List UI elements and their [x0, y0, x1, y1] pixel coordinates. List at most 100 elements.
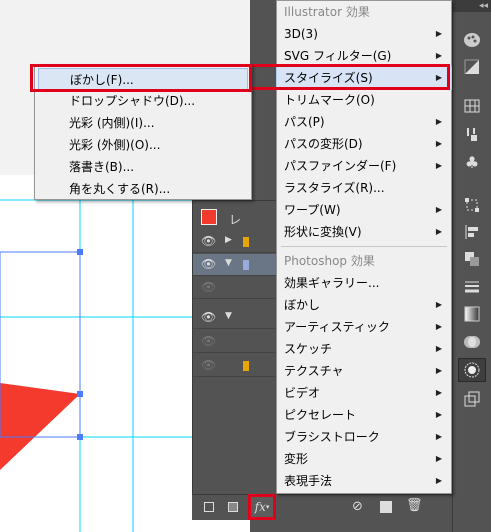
selection-handle[interactable] [77, 391, 83, 397]
brushes-icon[interactable] [458, 122, 486, 146]
submenu-arrow-icon: ▶ [435, 300, 442, 309]
menu-item-label: パスの変形(D) [284, 137, 363, 151]
fx-label: fx [254, 500, 266, 514]
menu-item-label: ラスタライズ(R)... [284, 181, 385, 195]
submenu-item-drop-shadow[interactable]: ドロップシャドウ(D)... [35, 90, 251, 112]
menu-header-illustrator: Illustrator 効果 [284, 5, 370, 19]
no-entry-icon[interactable]: ⊘ [352, 499, 363, 514]
layer-color-swatch[interactable] [201, 209, 217, 225]
expand-arrow-icon[interactable]: ▼ [225, 311, 232, 321]
submenu-item-round-corners[interactable]: 角を丸くする(R)... [35, 178, 251, 200]
menu-item-label: ブラシストローク [284, 430, 380, 444]
menu-item-label: 形状に変換(V) [284, 225, 362, 239]
gradient-swatch-icon[interactable] [458, 55, 486, 79]
menu-item-label: SVG フィルター(G) [284, 49, 392, 63]
submenu-arrow-icon: ▶ [435, 476, 442, 485]
menu-item-label: スケッチ [284, 342, 333, 356]
trash-icon[interactable]: 🗑 [406, 498, 423, 513]
menu-item-sketch[interactable]: スケッチ ▶ [277, 338, 451, 360]
align-icon[interactable] [458, 220, 486, 244]
appearance-icon[interactable] [458, 358, 486, 382]
menu-item-label: トリムマーク(O) [284, 93, 375, 107]
menu-item-stylize-ps[interactable]: 表現手法 ▶ [277, 470, 451, 492]
duplicate-item-icon[interactable] [380, 501, 392, 513]
menu-item-pixelate[interactable]: ピクセレート ▶ [277, 404, 451, 426]
submenu-arrow-icon: ▶ [435, 227, 442, 236]
expand-arrow-icon[interactable]: ▼ [225, 258, 232, 268]
eye-icon[interactable]: 👁 [201, 257, 216, 271]
layer-row[interactable]: 👁 ▶ [193, 231, 277, 253]
pathfinder-icon[interactable] [458, 247, 486, 271]
menu-item-blur[interactable]: ぼかし ▶ [277, 294, 451, 316]
layer-row[interactable]: 👁 ▼ [193, 307, 277, 329]
new-art-icon[interactable] [228, 502, 238, 512]
eye-icon[interactable]: 👁 [201, 334, 216, 348]
menu-item-label: パス(P) [284, 115, 325, 129]
submenu-item-scribble[interactable]: 落書き(B)... [35, 156, 251, 178]
layer-color-bar [243, 237, 249, 247]
layer-color-bar [243, 260, 249, 270]
paint-palette-icon[interactable] [458, 28, 486, 52]
submenu-arrow-icon: ▶ [435, 366, 442, 375]
menu-item-path[interactable]: パス(P) ▶ [277, 111, 451, 133]
layer-row[interactable]: 👁 ▼ [193, 254, 277, 276]
submenu-arrow-icon: ▶ [435, 410, 442, 419]
transform-icon[interactable] [458, 193, 486, 217]
menu-item-texture[interactable]: テクスチャ ▶ [277, 360, 451, 382]
menu-item-video[interactable]: ビデオ ▶ [277, 382, 451, 404]
menu-item-pathfinder[interactable]: パスファインダー(F) ▶ [277, 155, 451, 177]
club-symbol-icon[interactable]: ♣ [458, 150, 486, 174]
menu-item-trim-marks[interactable]: トリムマーク(O) [277, 89, 451, 111]
menu-header-photoshop: Photoshop 効果 [284, 254, 375, 268]
layer-row[interactable]: 👁 [193, 331, 277, 353]
menu-item-brush-strokes[interactable]: ブラシストローク ▶ [277, 426, 451, 448]
clear-appearance-icon[interactable] [204, 502, 214, 512]
gradient-icon[interactable] [458, 302, 486, 326]
menu-item-rasterize[interactable]: ラスタライズ(R)... [277, 177, 451, 199]
selection-handle[interactable] [77, 249, 83, 255]
menu-item-warp[interactable]: ワープ(W) ▶ [277, 199, 451, 221]
eye-icon[interactable]: 👁 [201, 280, 216, 294]
menu-item-label: 変形 [284, 452, 309, 466]
layer-row[interactable]: 👁 [193, 277, 277, 299]
layers-export-icon[interactable] [458, 387, 486, 411]
add-new-effect-button[interactable]: fx ▾ [248, 494, 276, 520]
grid-icon[interactable] [458, 94, 486, 118]
layers-panel-footer: ⊘ 🗑 [192, 494, 452, 520]
expand-arrow-icon[interactable]: ▶ [225, 235, 232, 245]
submenu-arrow-icon: ▶ [435, 139, 442, 148]
submenu-item-inner-glow[interactable]: 光彩 (内側)(I)... [35, 112, 251, 134]
menu-item-label: ワープ(W) [284, 203, 341, 217]
eye-icon[interactable]: 👁 [201, 358, 216, 372]
menu-item-distort-transform[interactable]: パスの変形(D) ▶ [277, 133, 451, 155]
submenu-arrow-icon: ▶ [435, 161, 442, 170]
eye-icon[interactable]: 👁 [201, 310, 216, 324]
submenu-arrow-icon: ▶ [435, 432, 442, 441]
submenu-arrow-icon: ▶ [435, 117, 442, 126]
stroke-icon[interactable] [458, 275, 486, 299]
menu-separator [281, 246, 447, 247]
panel-dock: ◂◂ ♣ [452, 0, 491, 532]
menu-item-artistic[interactable]: アーティスティック ▶ [277, 316, 451, 338]
submenu-item-outer-glow[interactable]: 光彩 (外側)(O)... [35, 134, 251, 156]
submenu-arrow-icon: ▶ [435, 205, 442, 214]
menu-item-3d[interactable]: 3D(3) ▶ [277, 23, 451, 45]
collapse-panels-icon[interactable]: ◂◂ [453, 0, 491, 12]
menu-item-label: パスファインダー(F) [284, 159, 397, 173]
eye-icon[interactable]: 👁 [201, 234, 216, 248]
red-shape[interactable] [0, 383, 80, 470]
menu-item-distort[interactable]: 変形 ▶ [277, 448, 451, 470]
stylize-callout-box [248, 64, 450, 90]
menu-item-label: ぼかし [284, 298, 321, 312]
menu-item-label: 3D(3) [284, 27, 318, 41]
submenu-arrow-icon: ▶ [435, 344, 442, 353]
menu-item-effect-gallery[interactable]: 効果ギャラリー... [277, 272, 451, 294]
transparency-icon[interactable] [458, 330, 486, 354]
panel-tab-label[interactable]: レ [229, 211, 241, 228]
feather-callout-box [30, 64, 252, 92]
layer-row[interactable]: 👁 [193, 355, 277, 377]
submenu-arrow-icon: ▶ [435, 388, 442, 397]
menu-item-label: アーティスティック [284, 320, 390, 334]
selection-handle[interactable] [77, 434, 83, 440]
menu-item-convert-to-shape[interactable]: 形状に変換(V) ▶ [277, 221, 451, 243]
